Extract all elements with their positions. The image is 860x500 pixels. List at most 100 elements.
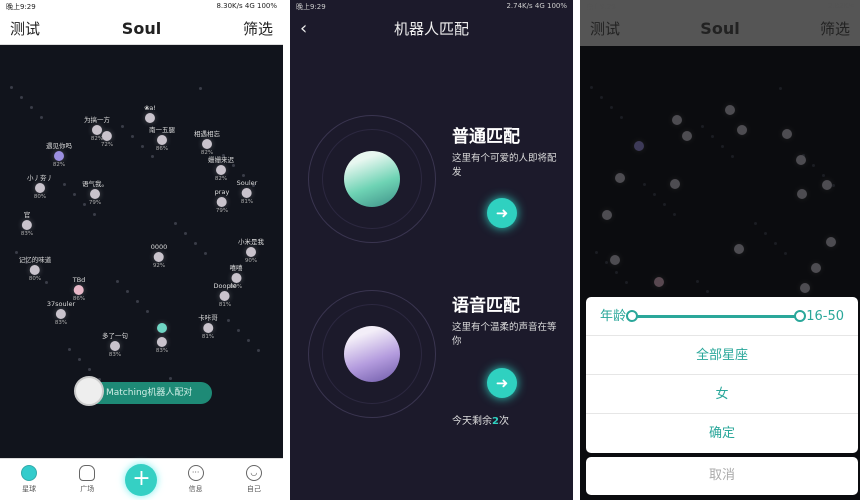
planet-user-node[interactable]: TBd 86% bbox=[73, 276, 86, 302]
voice-match-desc: 这里有个温柔的声音在等你 bbox=[452, 322, 557, 347]
battery: 100% bbox=[256, 2, 277, 10]
user-name: 记忆的味道 bbox=[18, 256, 52, 264]
user-name: 嘻嘻 bbox=[229, 264, 243, 272]
gender-option[interactable]: 女 bbox=[586, 375, 858, 414]
planet-dot-icon bbox=[682, 131, 692, 141]
star bbox=[15, 251, 18, 254]
tab-label: 星球 bbox=[22, 485, 37, 493]
planet-user-node[interactable] bbox=[654, 276, 664, 288]
planet-user-node[interactable] bbox=[782, 128, 792, 140]
planet-screen: 晚上9:29 8.30K/s 4G 100% 测试 Soul 筛选 ❀a! 为搞一… bbox=[0, 0, 283, 500]
constellation-option[interactable]: 全部星座 bbox=[586, 336, 858, 375]
planet-user-node[interactable] bbox=[672, 114, 682, 126]
match-percent: 81% bbox=[240, 199, 254, 205]
planet-user-node[interactable] bbox=[634, 140, 644, 152]
planet-dot-icon bbox=[822, 180, 832, 190]
planet-user-node[interactable]: 遇见你吗 82% bbox=[46, 140, 72, 168]
cancel-button[interactable]: 取消 bbox=[586, 457, 858, 495]
matching-label: Matching机器人配对 bbox=[106, 388, 193, 398]
planet-dot-icon bbox=[782, 129, 792, 139]
planet-user-node[interactable]: 83% bbox=[156, 336, 168, 354]
planet-user-node[interactable]: 相遇相忘 82% bbox=[194, 128, 220, 156]
star bbox=[30, 106, 33, 109]
planet-user-node[interactable] bbox=[822, 179, 832, 191]
sheep-avatar-icon bbox=[74, 376, 104, 406]
star bbox=[151, 155, 154, 158]
planet-user-node[interactable]: 记忆的味道 80% bbox=[19, 254, 52, 282]
planet-user-node[interactable]: 卡咔哥 81% bbox=[198, 312, 218, 340]
star bbox=[784, 252, 787, 255]
user-name: Doople bbox=[213, 282, 237, 290]
star bbox=[615, 271, 618, 274]
filter-button[interactable]: 筛选 bbox=[243, 18, 273, 39]
planet-user-node[interactable]: 37souler 83% bbox=[47, 300, 75, 326]
network: 4G bbox=[534, 2, 545, 10]
age-slider[interactable] bbox=[626, 309, 807, 322]
tab-me[interactable]: ◡ 自己 bbox=[234, 465, 274, 494]
tab-messages[interactable]: ··· 信息 bbox=[176, 465, 216, 494]
planet-user-node[interactable]: 小丿夯丿 80% bbox=[27, 172, 53, 200]
plus-icon[interactable]: + bbox=[125, 463, 158, 496]
star bbox=[754, 222, 757, 225]
planet-user-node[interactable]: 小米是我 90% bbox=[238, 236, 264, 264]
planet-user-node[interactable]: 语气我。 79% bbox=[82, 178, 108, 206]
filter-screen: 晚上9:29 2.82K/s 测试 Soul 筛选 年龄 16-50 全部星座 … bbox=[580, 0, 860, 500]
test-button[interactable]: 测试 bbox=[10, 18, 40, 39]
planet-user-node[interactable]: 多了一句 83% bbox=[102, 330, 128, 358]
header: ‹ 机器人匹配 bbox=[290, 12, 573, 45]
planet-user-node[interactable] bbox=[826, 236, 836, 248]
match-percent: 80% bbox=[33, 194, 47, 200]
planet-user-node[interactable]: Doople 81% bbox=[214, 282, 237, 308]
age-min-handle[interactable] bbox=[626, 309, 639, 322]
planet-user-node[interactable] bbox=[800, 282, 810, 294]
planet-user-node[interactable]: 姗姗来迟 82% bbox=[208, 154, 234, 182]
planet-user-node[interactable]: 72% bbox=[101, 130, 113, 148]
page-title: Soul bbox=[700, 19, 740, 38]
user-name: Souler bbox=[236, 179, 258, 187]
planet-user-node[interactable] bbox=[682, 130, 692, 142]
planet-user-node[interactable] bbox=[725, 104, 735, 116]
test-button: 测试 bbox=[590, 20, 621, 38]
match-percent: 81% bbox=[201, 334, 215, 340]
planet-user-node[interactable]: 0000 92% bbox=[151, 243, 168, 269]
matching-robot-button[interactable]: Matching机器人配对 bbox=[74, 376, 212, 406]
tab-planet[interactable]: 星球 bbox=[9, 465, 49, 494]
voice-match-go-button[interactable]: ➜ bbox=[487, 368, 517, 398]
user-name: 相遇相忘 bbox=[194, 130, 220, 138]
planet-user-node[interactable]: pray 79% bbox=[215, 188, 230, 214]
star bbox=[620, 116, 623, 119]
planet-user-node[interactable] bbox=[811, 262, 821, 274]
tab-label: 广场 bbox=[80, 485, 95, 493]
planet-user-node[interactable] bbox=[615, 172, 625, 184]
planet-user-node[interactable] bbox=[734, 243, 744, 255]
age-max-handle[interactable] bbox=[794, 309, 807, 322]
match-percent: 79% bbox=[215, 208, 229, 214]
planet-user-node[interactable] bbox=[157, 322, 167, 334]
planet-user-node[interactable] bbox=[602, 209, 612, 221]
planet-user-node[interactable]: ❀a! bbox=[144, 104, 156, 124]
star bbox=[141, 145, 144, 148]
planet-user-node[interactable] bbox=[797, 188, 807, 200]
planet-user-node[interactable] bbox=[737, 124, 747, 136]
user-name: 卡咔哥 bbox=[198, 314, 218, 322]
planet-user-node[interactable]: 南一五腿 86% bbox=[149, 124, 175, 152]
voice-planet-icon[interactable] bbox=[344, 326, 400, 382]
user-name: 多了一句 bbox=[102, 332, 128, 340]
star bbox=[126, 290, 129, 293]
normal-match-desc: 这里有个可爱的人即将配发 bbox=[452, 153, 557, 178]
planet-dot-icon bbox=[219, 291, 230, 301]
tab-bar: 星球 广场 + ··· 信息 ◡ 自己 bbox=[0, 458, 283, 500]
dimmed-header: 晚上9:29 2.82K/s 测试 Soul 筛选 bbox=[580, 0, 860, 46]
status-time: 晚上9:29 bbox=[586, 3, 616, 11]
confirm-button[interactable]: 确定 bbox=[586, 414, 858, 453]
normal-planet-icon[interactable] bbox=[344, 151, 400, 207]
planet-user-node[interactable]: 官 83% bbox=[21, 209, 33, 237]
planet-dot-icon bbox=[734, 244, 744, 254]
tab-square[interactable]: 广场 bbox=[67, 465, 107, 494]
star bbox=[174, 222, 177, 225]
planet-user-node[interactable]: Souler 81% bbox=[237, 179, 258, 205]
planet-user-node[interactable] bbox=[610, 254, 620, 266]
planet-user-node[interactable] bbox=[796, 154, 806, 166]
planet-user-node[interactable] bbox=[670, 178, 680, 190]
normal-match-go-button[interactable]: ➜ bbox=[487, 198, 517, 228]
